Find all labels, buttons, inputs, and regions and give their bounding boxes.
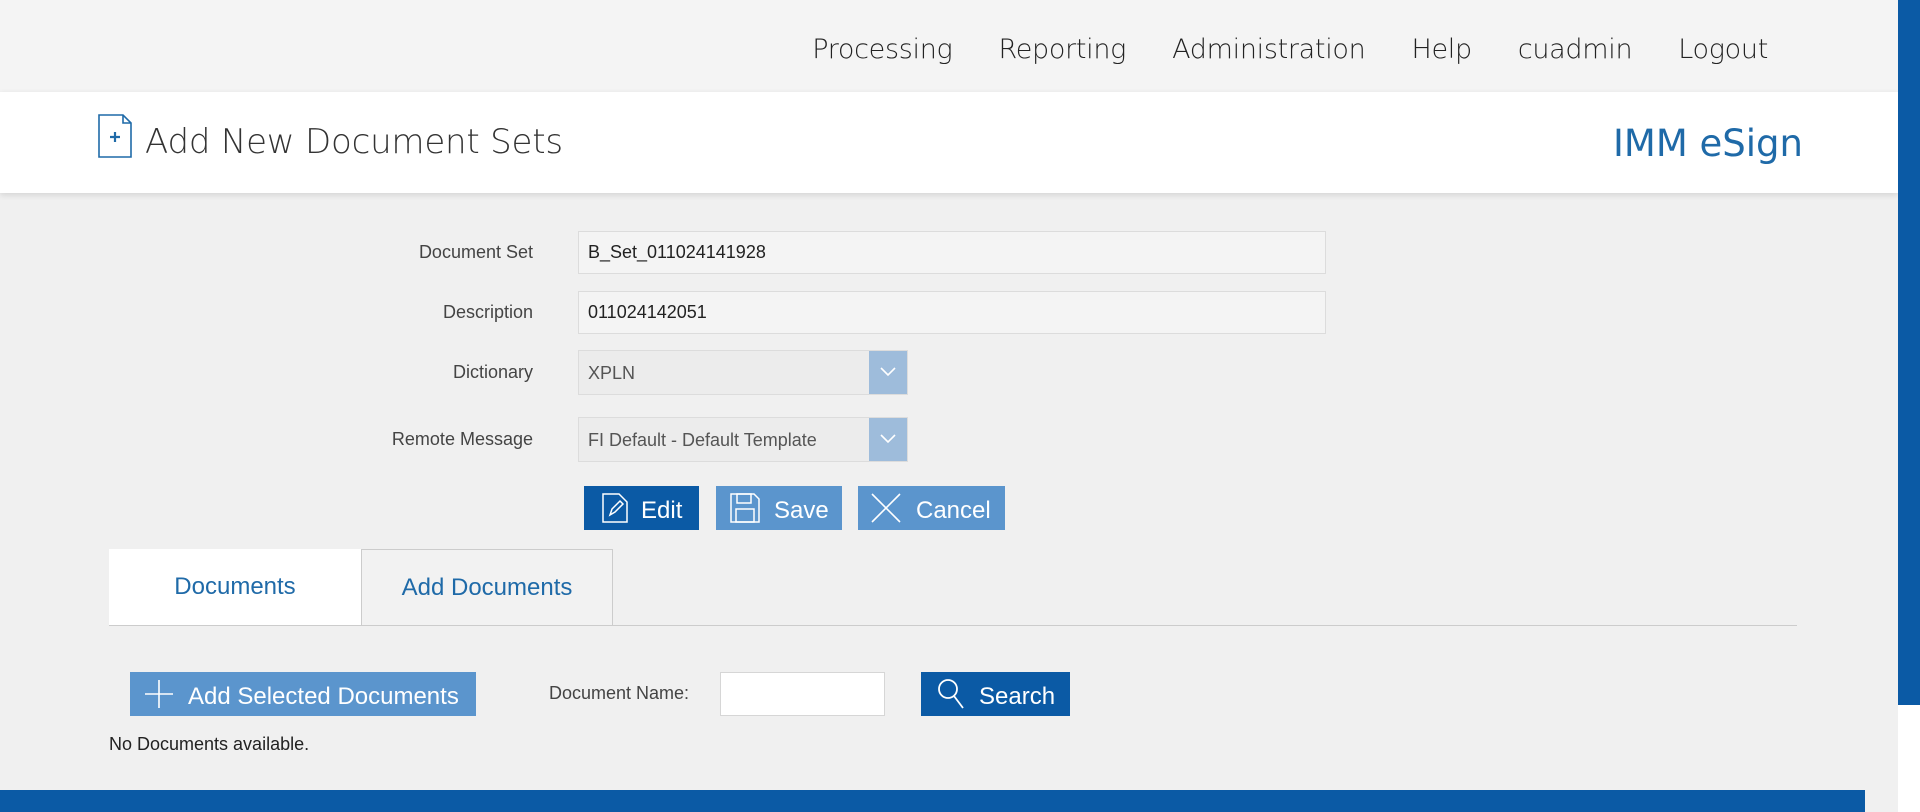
search-label: Search [979, 683, 1056, 710]
page-title: Add New Document Sets [145, 122, 563, 162]
save-icon [730, 493, 760, 523]
search-button[interactable]: Search [921, 672, 1070, 716]
scrollbar-thumb[interactable] [1898, 0, 1920, 705]
remote-message-label: Remote Message [391, 429, 533, 449]
dictionary-dropdown-button[interactable] [869, 351, 907, 394]
chevron-down-icon [880, 367, 896, 377]
remote-message-select[interactable]: FI Default - Default Template [578, 417, 908, 462]
remote-message-value: FI Default - Default Template [588, 430, 817, 450]
add-selected-label: Add Selected Documents [188, 683, 459, 710]
remote-message-dropdown-button[interactable] [869, 418, 907, 461]
nav-menu: Processing Reporting Administration Help… [766, 34, 1768, 65]
tab-documents[interactable]: Documents [109, 549, 361, 626]
close-icon [871, 493, 901, 523]
search-icon [938, 679, 964, 709]
footer-bar [0, 790, 1865, 812]
dictionary-value: XPLN [588, 363, 636, 383]
dictionary-select[interactable]: XPLN [578, 350, 908, 395]
tab-divider [109, 625, 1797, 626]
add-document-icon [98, 114, 132, 158]
plus-icon [145, 680, 173, 708]
edit-label: Edit [641, 497, 683, 524]
document-name-input[interactable] [720, 672, 885, 716]
document-set-input[interactable] [578, 231, 1326, 274]
tab-add-documents[interactable]: Add Documents [361, 549, 613, 626]
save-button[interactable]: Save [716, 486, 842, 530]
cancel-label: Cancel [916, 497, 991, 524]
add-selected-documents-button[interactable]: Add Selected Documents [130, 672, 476, 716]
edit-icon [602, 493, 628, 523]
empty-state-message: No Documents available. [109, 734, 310, 754]
edit-button[interactable]: Edit [584, 486, 699, 530]
brand-logo-text: IMM eSign [1613, 122, 1803, 165]
cancel-button[interactable]: Cancel [858, 486, 1005, 530]
document-name-label: Document Name: [549, 683, 690, 703]
save-label: Save [774, 497, 829, 524]
nav-help[interactable]: Help [1411, 34, 1472, 65]
nav-logout[interactable]: Logout [1678, 34, 1768, 65]
document-set-label: Document Set [418, 242, 533, 262]
top-nav-bar: Processing Reporting Administration Help… [0, 0, 1898, 92]
nav-user[interactable]: cuadmin [1518, 34, 1633, 65]
chevron-down-icon [880, 434, 896, 444]
nav-reporting[interactable]: Reporting [998, 34, 1126, 65]
description-label: Description [442, 302, 533, 322]
dictionary-label: Dictionary [452, 362, 533, 382]
page-header: Add New Document Sets IMM eSign [0, 92, 1898, 193]
nav-processing[interactable]: Processing [812, 34, 953, 65]
description-input[interactable] [578, 291, 1326, 334]
nav-administration[interactable]: Administration [1172, 34, 1366, 65]
